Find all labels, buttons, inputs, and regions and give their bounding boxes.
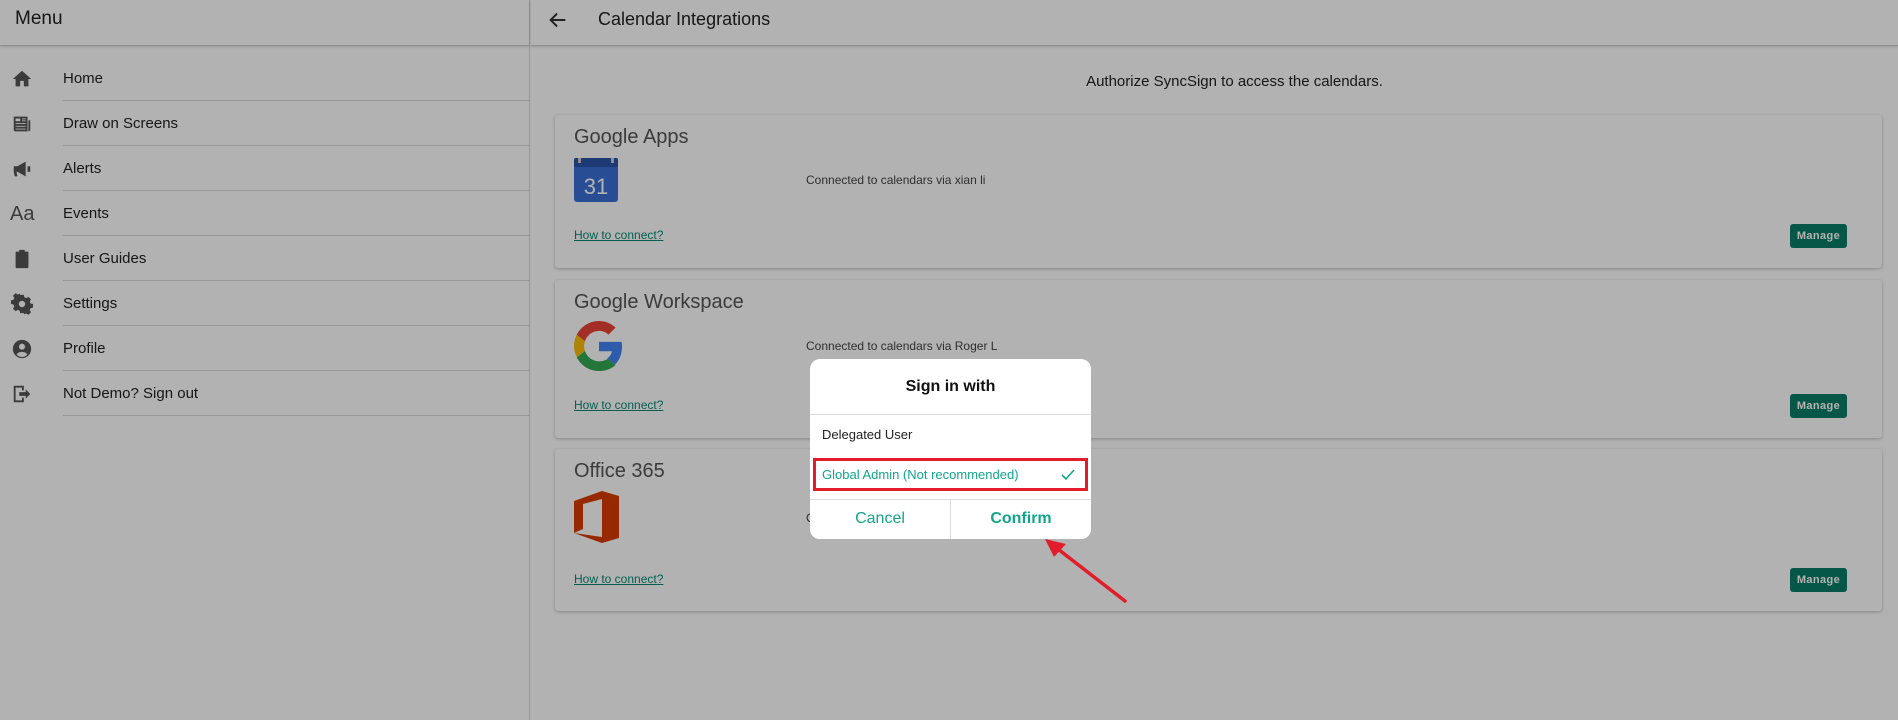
highlight-annotation-box xyxy=(813,458,1088,491)
sign-in-dialog: Sign in with Delegated User Global Admin… xyxy=(810,359,1091,539)
cancel-button[interactable]: Cancel xyxy=(810,500,950,539)
dialog-title: Sign in with xyxy=(810,359,1091,415)
option-delegated-user[interactable]: Delegated User xyxy=(810,415,1091,455)
option-label: Delegated User xyxy=(822,427,913,442)
option-global-admin[interactable]: Global Admin (Not recommended) xyxy=(810,455,1091,495)
dialog-actions: Cancel Confirm xyxy=(810,499,1091,539)
annotation-arrow-icon xyxy=(1045,539,1127,603)
confirm-button[interactable]: Confirm xyxy=(950,500,1091,539)
